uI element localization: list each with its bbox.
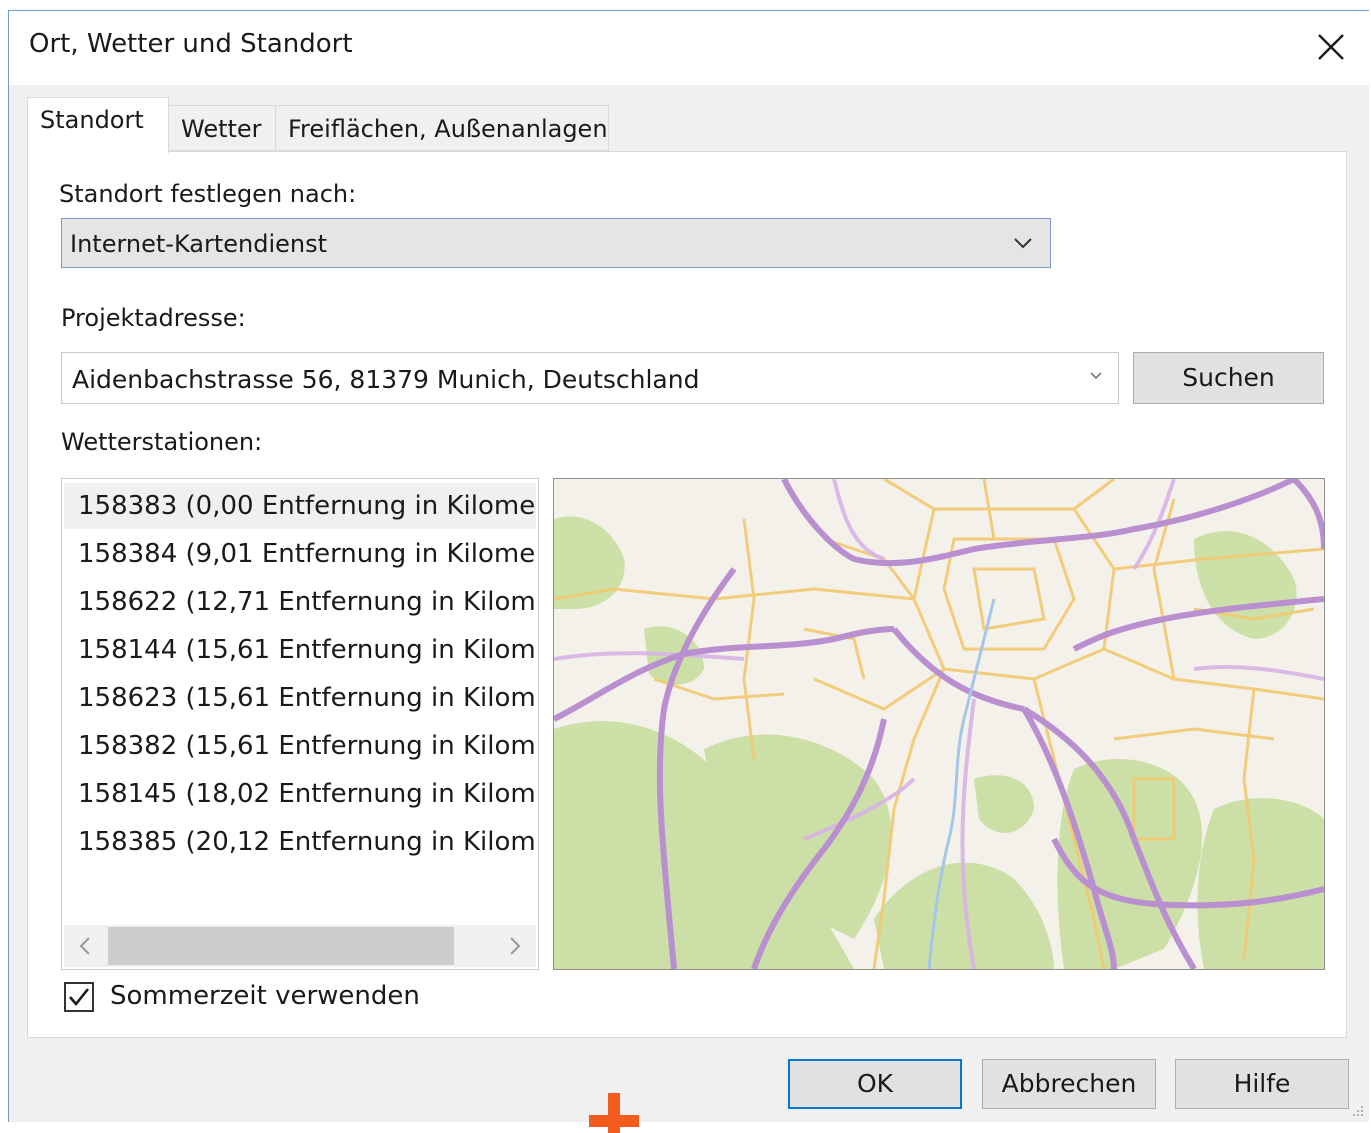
cancel-button[interactable]: Abbrechen [982,1059,1156,1109]
tab-freiflaechen[interactable]: Freiflächen, Außenanlagen [275,105,609,151]
scrollbar-thumb[interactable] [108,927,454,965]
list-item[interactable]: 158385 (20,12 Entfernung in Kilometern) [64,819,536,865]
help-button[interactable]: Hilfe [1175,1059,1349,1109]
location-method-label: Standort festlegen nach: [59,180,357,208]
tab-standort[interactable]: Standort [27,97,169,153]
resize-grip-icon[interactable] [1351,1104,1365,1118]
project-address-value: Aidenbachstrasse 56, 81379 Munich, Deuts… [72,365,700,394]
horizontal-scrollbar[interactable] [64,925,536,967]
arrow-annotation-icon [589,1093,639,1133]
close-icon [1318,34,1344,60]
dialog-window: Ort, Wetter und Standort Standort Wetter… [8,10,1369,1133]
location-method-select[interactable]: Internet-Kartendienst [61,218,1051,268]
checkmark-icon [69,988,90,1007]
location-map[interactable] [553,478,1325,970]
weather-stations-label: Wetterstationen: [61,428,263,456]
weather-station-list[interactable]: 158383 (0,00 Entfernung in Kilometern) 1… [61,478,539,970]
daylight-saving-label[interactable]: Sommerzeit verwenden [110,981,420,1011]
map-image [554,479,1324,969]
close-button[interactable] [1305,21,1357,73]
ok-button[interactable]: OK [788,1059,962,1109]
location-method-value: Internet-Kartendienst [70,230,328,258]
scroll-right-icon[interactable] [500,931,530,961]
search-button[interactable]: Suchen [1133,352,1324,404]
list-item[interactable]: 158623 (15,61 Entfernung in Kilometern) [64,675,536,721]
list-item[interactable]: 158145 (18,02 Entfernung in Kilometern) [64,771,536,817]
title-bar: Ort, Wetter und Standort [9,11,1369,85]
chevron-down-icon [1014,238,1032,249]
list-item[interactable]: 158383 (0,00 Entfernung in Kilometern) [64,483,536,529]
tab-wetter[interactable]: Wetter [168,105,276,151]
list-item[interactable]: 158384 (9,01 Entfernung in Kilometern) [64,531,536,577]
standort-panel: Standort festlegen nach: Internet-Karten… [27,151,1347,1038]
project-address-label: Projektadresse: [61,304,246,332]
scroll-left-icon[interactable] [70,931,100,961]
list-item[interactable]: 158382 (15,61 Entfernung in Kilometern) [64,723,536,769]
window-title: Ort, Wetter und Standort [29,29,353,59]
list-item[interactable]: 158144 (15,61 Entfernung in Kilometern) [64,627,536,673]
chevron-down-icon[interactable] [1088,369,1104,383]
daylight-saving-checkbox[interactable] [64,982,94,1012]
list-item[interactable]: 158622 (12,71 Entfernung in Kilometern) [64,579,536,625]
project-address-input[interactable]: Aidenbachstrasse 56, 81379 Munich, Deuts… [61,352,1119,404]
